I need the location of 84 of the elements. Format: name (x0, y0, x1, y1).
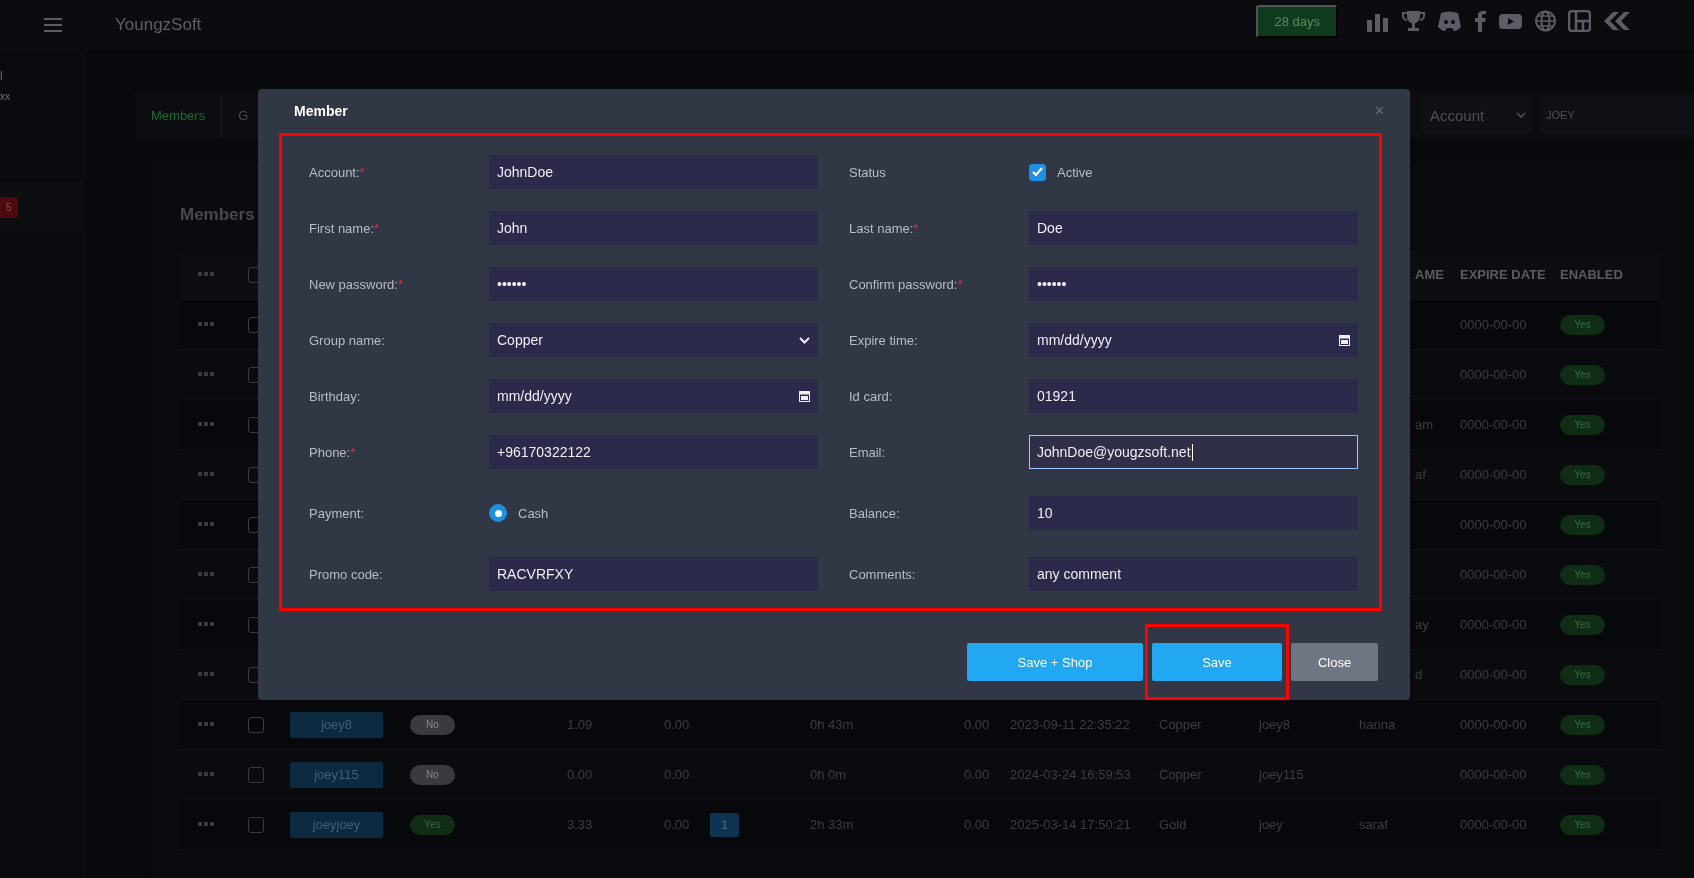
column-header: AME (1414, 267, 1444, 282)
checkbox-label: Active (1057, 164, 1093, 180)
count-badge: 5 (0, 196, 18, 218)
more-icon[interactable] (198, 422, 214, 427)
input-field[interactable]: John (489, 211, 818, 245)
grid-logo-icon[interactable] (1568, 10, 1591, 32)
app-brand: YoungzSoft (115, 15, 202, 35)
chevron-down-icon (799, 336, 810, 344)
row-checkbox[interactable] (248, 766, 264, 783)
chat-bot-icon[interactable] (1437, 10, 1462, 32)
more-icon[interactable] (198, 322, 214, 327)
status-badge: No (410, 764, 455, 785)
more-icon[interactable] (198, 822, 214, 827)
field-label: Phone:* (309, 444, 357, 460)
more-icon[interactable] (198, 722, 214, 727)
input-field[interactable]: 01921 (1029, 379, 1358, 413)
field-label: Balance: (849, 505, 901, 521)
input-field[interactable]: JohnDoe (489, 155, 818, 189)
user-name: l (0, 70, 4, 83)
enabled-badge: Yes (1560, 714, 1605, 735)
calendar-icon[interactable] (799, 390, 810, 402)
field-label: Confirm password:* (849, 276, 964, 292)
more-icon[interactable] (198, 672, 214, 677)
password-field[interactable]: •••••• (1029, 267, 1358, 301)
chevron-down-icon (1516, 112, 1526, 118)
menu-icon[interactable] (44, 18, 62, 32)
enabled-badge: Yes (1560, 814, 1605, 835)
dialog-button[interactable]: Close (1291, 643, 1378, 681)
enabled-badge: Yes (1560, 314, 1605, 335)
field-label: First name:* (309, 220, 381, 236)
input-field[interactable]: Doe (1029, 211, 1358, 245)
field-label: Expire time: (849, 332, 919, 348)
field-label: Id card: (849, 388, 894, 404)
more-icon[interactable] (198, 622, 214, 627)
globe-icon[interactable] (1534, 10, 1557, 32)
enabled-badge: Yes (1560, 764, 1605, 785)
input-field[interactable]: any comment (1029, 557, 1358, 591)
more-icon[interactable] (198, 472, 214, 477)
input-field[interactable]: +96170322122 (489, 435, 818, 469)
calendar-icon[interactable] (1339, 334, 1350, 346)
field-label: Status (849, 164, 887, 180)
user-subtitle: xx (0, 91, 11, 102)
trophy-icon[interactable] (1401, 10, 1426, 32)
radio-button[interactable] (489, 504, 507, 522)
more-icon[interactable] (198, 572, 214, 577)
more-icon[interactable] (198, 772, 214, 777)
field-label: Promo code: (309, 566, 384, 582)
date-field[interactable]: mm/dd/yyyy (1029, 323, 1358, 357)
field-label: Birthday: (309, 388, 362, 404)
more-icon[interactable] (198, 372, 214, 377)
input-field[interactable]: JohnDoe@yougzsoft.net (1029, 435, 1358, 469)
enabled-badge: Yes (1560, 464, 1605, 485)
section-heading: Members (180, 205, 255, 226)
field-label: Group name: (309, 332, 386, 348)
more-icon[interactable] (198, 522, 214, 527)
status-badge: No (410, 714, 455, 735)
select-dropdown[interactable]: Copper (489, 323, 818, 357)
facebook-icon[interactable] (1473, 10, 1487, 32)
radio-label: Cash (518, 505, 549, 521)
row-checkbox[interactable] (248, 716, 264, 733)
enabled-badge: Yes (1560, 514, 1605, 535)
field-label: Payment: (309, 505, 365, 521)
status-badge: Yes (410, 814, 455, 835)
dialog-title: Member (294, 103, 348, 119)
column-header: EXPIRE DATE (1460, 267, 1546, 282)
input-field[interactable]: 10 (1029, 496, 1358, 530)
enabled-badge: Yes (1560, 414, 1605, 435)
field-label: Email: (849, 444, 887, 460)
enabled-badge: Yes (1560, 614, 1605, 635)
field-label: New password:* (309, 276, 404, 292)
field-label: Account:* (309, 164, 366, 180)
enabled-badge: Yes (1560, 364, 1605, 385)
count-badge: 1 (710, 812, 739, 837)
input-field[interactable]: RACVRFXY (489, 557, 818, 591)
date-field[interactable]: mm/dd/yyyy (489, 379, 818, 413)
column-header: ENABLED (1560, 267, 1623, 282)
row-checkbox[interactable] (248, 816, 264, 833)
enabled-badge: Yes (1560, 664, 1605, 685)
field-label: Comments: (849, 566, 917, 582)
more-icon[interactable] (198, 272, 214, 277)
field-label: Last name:* (849, 220, 920, 236)
enabled-badge: Yes (1560, 564, 1605, 585)
checkbox[interactable] (1029, 163, 1046, 181)
password-field[interactable]: •••••• (489, 267, 818, 301)
